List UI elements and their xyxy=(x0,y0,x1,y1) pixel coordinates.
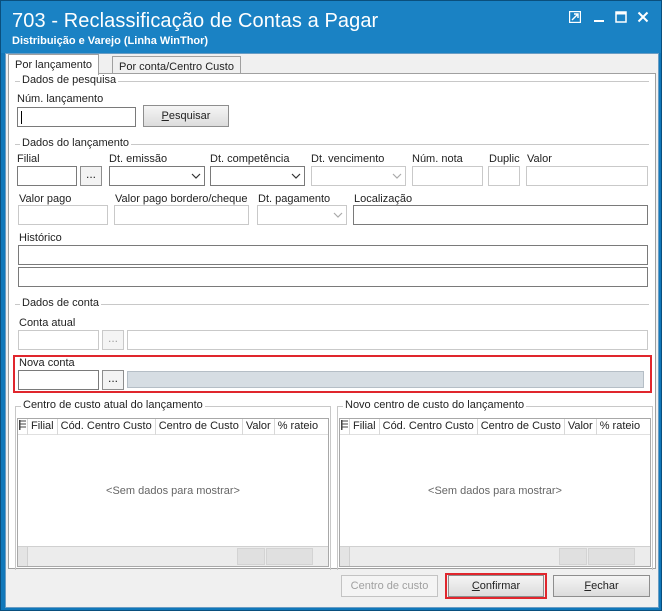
cc-novo-empty-text: <Sem dados para mostrar> xyxy=(428,485,562,497)
conta-atual-lookup-button[interactable]: ... xyxy=(102,330,124,350)
localizacao-label: Localização xyxy=(354,193,413,205)
dt-emissao-picker[interactable] xyxy=(109,166,205,186)
column-header-cod-centro-custo[interactable]: Cód. Centro Custo xyxy=(380,419,478,435)
pesquisar-button[interactable]: Pesquisar xyxy=(143,105,229,127)
window-title: 703 - Reclassificação de Contas a Pagar xyxy=(12,10,379,32)
title-bar[interactable]: 703 - Reclassificação de Contas a Pagar … xyxy=(1,1,661,53)
cc-atual-grid[interactable]: Filial Cód. Centro Custo Centro de Custo… xyxy=(17,418,329,567)
footer-cell-rateio xyxy=(588,548,635,565)
duplic-input[interactable] xyxy=(488,166,520,186)
footer-indicator xyxy=(340,547,350,566)
centro-de-custo-button[interactable]: Centro de custo xyxy=(341,575,438,597)
maximize-icon[interactable] xyxy=(613,9,629,25)
restore-icon[interactable] xyxy=(567,9,583,25)
window-subtitle: Distribuição e Varejo (Linha WinThor) xyxy=(12,35,209,47)
column-header-cod-centro-custo[interactable]: Cód. Centro Custo xyxy=(58,419,156,435)
app-window: 703 - Reclassificação de Contas a Pagar … xyxy=(0,0,662,611)
tab-por-lancamento[interactable]: Por lançamento xyxy=(8,54,100,75)
footer-cell-valor xyxy=(559,548,587,565)
column-header-centro-de-custo[interactable]: Centro de Custo xyxy=(156,419,243,435)
column-header-valor[interactable]: Valor xyxy=(565,419,597,435)
cc-atual-grid-header: Filial Cód. Centro Custo Centro de Custo… xyxy=(18,419,328,435)
conta-atual-desc-input[interactable] xyxy=(127,330,648,350)
confirmar-rest: onfirmar xyxy=(479,580,521,592)
valor-pago-input[interactable] xyxy=(18,205,108,225)
cc-novo-grid-header: Filial Cód. Centro Custo Centro de Custo… xyxy=(340,419,650,435)
column-chooser-icon[interactable] xyxy=(18,419,28,435)
nova-conta-code-input[interactable] xyxy=(18,370,99,390)
chevron-down-icon[interactable] xyxy=(291,172,301,180)
dt-pagamento-label: Dt. pagamento xyxy=(258,193,331,205)
duplic-label: Duplic xyxy=(489,153,520,165)
search-group-title: Dados de pesquisa xyxy=(20,74,119,86)
conta-atual-code-input[interactable] xyxy=(18,330,99,350)
dt-competencia-label: Dt. competência xyxy=(210,153,290,165)
tab-panel: Dados de pesquisa Núm. lançamento Pesqui… xyxy=(8,73,656,570)
cc-novo-group-title: Novo centro de custo do lançamento xyxy=(343,399,527,411)
column-header-filial[interactable]: Filial xyxy=(28,419,58,435)
historico-line2-input[interactable] xyxy=(18,267,648,287)
footer-cell-rateio xyxy=(266,548,313,565)
fechar-button[interactable]: Fechar xyxy=(553,575,650,597)
filial-lookup-button[interactable]: ... xyxy=(80,166,102,186)
fechar-rest: echar xyxy=(591,580,619,592)
chevron-down-icon[interactable] xyxy=(392,172,402,180)
localizacao-input[interactable] xyxy=(353,205,648,225)
column-chooser-icon[interactable] xyxy=(340,419,350,435)
conta-group-title: Dados de conta xyxy=(20,297,102,309)
nova-conta-label: Nova conta xyxy=(19,357,75,369)
cc-novo-grid-footer xyxy=(340,546,650,566)
num-lancamento-label: Núm. lançamento xyxy=(17,93,104,105)
client-area: Por lançamento Por conta/Centro Custo Da… xyxy=(5,53,659,608)
dt-emissao-label: Dt. emissão xyxy=(109,153,168,165)
close-icon[interactable] xyxy=(635,9,651,25)
num-nota-label: Núm. nota xyxy=(412,153,463,165)
column-header-centro-de-custo[interactable]: Centro de Custo xyxy=(478,419,565,435)
num-nota-input[interactable] xyxy=(412,166,483,186)
bottom-button-bar: Centro de custo Confirmar Fechar xyxy=(8,571,656,605)
valor-pago-bordero-label: Valor pago bordero/cheque xyxy=(115,193,248,205)
dt-competencia-picker[interactable] xyxy=(210,166,305,186)
conta-atual-label: Conta atual xyxy=(19,317,76,329)
footer-indicator xyxy=(18,547,28,566)
column-header-rateio[interactable]: % rateio xyxy=(275,419,321,435)
column-header-valor[interactable]: Valor xyxy=(243,419,275,435)
pesquisar-accel: P xyxy=(161,110,169,122)
filial-input[interactable] xyxy=(17,166,77,186)
confirmar-button[interactable]: Confirmar xyxy=(448,575,544,597)
valor-pago-label: Valor pago xyxy=(19,193,72,205)
minimize-icon[interactable] xyxy=(591,9,607,25)
filial-label: Filial xyxy=(17,153,40,165)
column-header-rateio[interactable]: % rateio xyxy=(597,419,643,435)
historico-label: Histórico xyxy=(19,232,62,244)
chevron-down-icon[interactable] xyxy=(191,172,201,180)
nova-conta-lookup-button[interactable]: ... xyxy=(102,370,124,390)
num-lancamento-input[interactable] xyxy=(17,107,136,127)
text-caret xyxy=(21,111,22,124)
cc-atual-group-title: Centro de custo atual do lançamento xyxy=(21,399,205,411)
valor-label: Valor xyxy=(527,153,552,165)
dt-vencimento-label: Dt. vencimento xyxy=(311,153,385,165)
lancamento-group-title: Dados do lançamento xyxy=(20,137,132,149)
historico-line1-input[interactable] xyxy=(18,245,648,265)
footer-cell-valor xyxy=(237,548,265,565)
pesquisar-rest: esquisar xyxy=(168,110,211,122)
cc-atual-empty-text: <Sem dados para mostrar> xyxy=(106,485,240,497)
valor-input[interactable] xyxy=(526,166,648,186)
dt-pagamento-picker[interactable] xyxy=(257,205,347,225)
chevron-down-icon[interactable] xyxy=(333,211,343,219)
nova-conta-desc-input[interactable] xyxy=(127,371,644,388)
column-header-filial[interactable]: Filial xyxy=(350,419,380,435)
valor-pago-bordero-input[interactable] xyxy=(114,205,249,225)
confirmar-accel: C xyxy=(471,580,480,592)
cc-atual-grid-footer xyxy=(18,546,328,566)
cc-novo-grid[interactable]: Filial Cód. Centro Custo Centro de Custo… xyxy=(339,418,651,567)
dt-vencimento-picker[interactable] xyxy=(311,166,406,186)
